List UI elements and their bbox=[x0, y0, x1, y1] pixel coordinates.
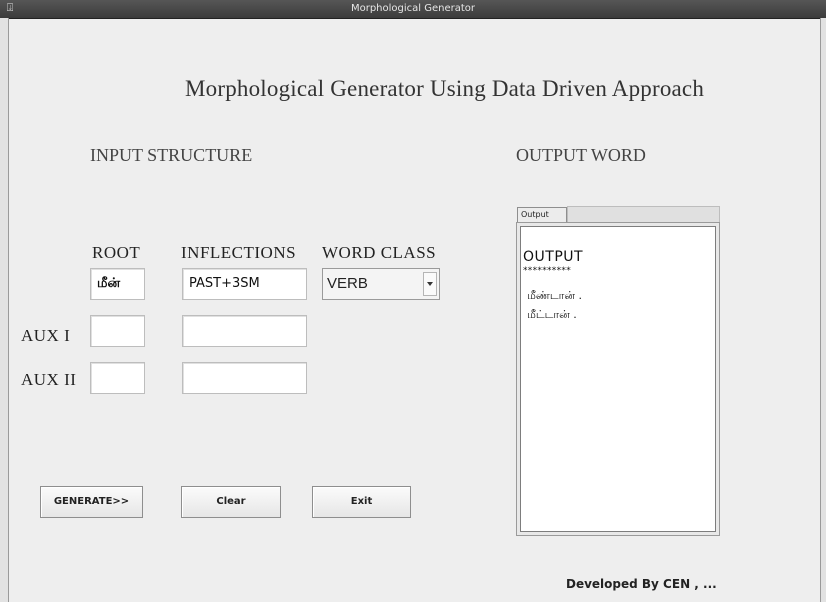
output-word-heading: OUTPUT WORD bbox=[516, 145, 646, 165]
developer-credit: Developed By CEN , ... bbox=[566, 577, 717, 591]
word-class-select[interactable]: VERB bbox=[322, 268, 440, 300]
output-textarea[interactable]: OUTPUT ********** மீண்டான் . மீட்டான் . bbox=[520, 226, 716, 532]
title-bar[interactable]: ⍗ Morphological Generator bbox=[0, 0, 826, 19]
word-class-column-label: WORD CLASS bbox=[322, 243, 437, 262]
exit-button[interactable]: Exit bbox=[312, 486, 411, 518]
aux2-label: AUX II bbox=[21, 370, 77, 389]
output-line: மீட்டான் . bbox=[527, 308, 577, 321]
window-frame-right bbox=[820, 18, 826, 602]
word-class-selected-value: VERB bbox=[327, 275, 368, 292]
aux1-root-input[interactable] bbox=[90, 315, 145, 347]
root-input[interactable]: மீன் bbox=[90, 268, 145, 300]
aux2-inflection-input[interactable] bbox=[182, 362, 307, 394]
root-column-label: ROOT bbox=[92, 243, 141, 262]
inflections-column-label: INFLECTIONS bbox=[181, 243, 297, 262]
output-line: மீண்டான் . bbox=[527, 289, 583, 302]
tab-strip bbox=[567, 206, 720, 222]
app-heading: Morphological Generator Using Data Drive… bbox=[185, 76, 705, 101]
dropdown-button[interactable] bbox=[423, 272, 437, 296]
aux1-label: AUX I bbox=[21, 326, 71, 345]
window-title: Morphological Generator bbox=[350, 3, 476, 14]
window-frame-left bbox=[0, 18, 9, 602]
aux1-inflection-input[interactable] bbox=[182, 315, 307, 347]
generate-button[interactable]: GENERATE>> bbox=[40, 486, 143, 518]
chevron-down-icon bbox=[427, 282, 433, 286]
tab-output[interactable]: Output bbox=[517, 207, 567, 223]
output-separator: ********** bbox=[523, 266, 571, 276]
inflection-input[interactable]: PAST+3SM bbox=[182, 268, 307, 300]
clear-button[interactable]: Clear bbox=[181, 486, 281, 518]
aux2-root-input[interactable] bbox=[90, 362, 145, 394]
output-title: OUTPUT bbox=[523, 249, 584, 265]
input-structure-heading: INPUT STRUCTURE bbox=[90, 145, 253, 165]
